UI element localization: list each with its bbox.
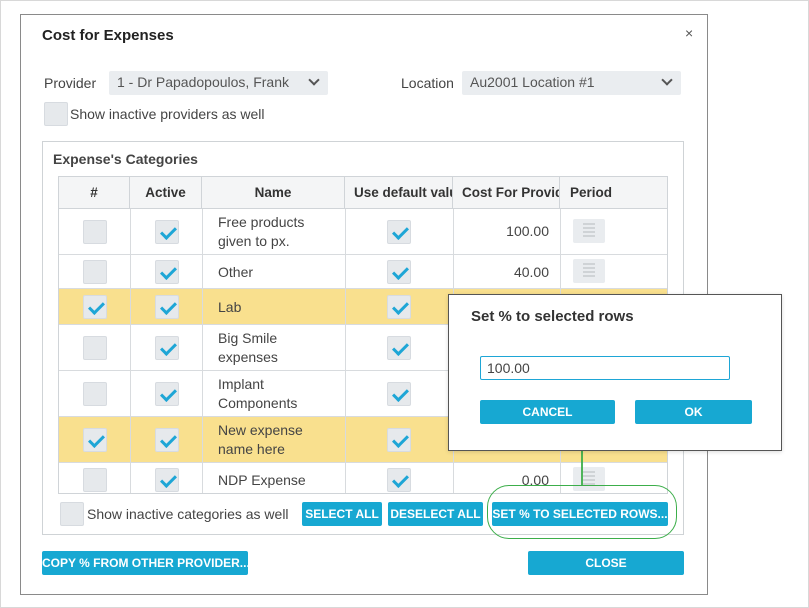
cost-value[interactable]: 100.00 <box>453 223 549 239</box>
row-select-checkbox[interactable] <box>83 260 107 284</box>
ok-button[interactable]: OK <box>635 400 752 424</box>
row-select-checkbox[interactable] <box>83 336 107 360</box>
column-header-number[interactable]: # <box>59 177 130 209</box>
cancel-button[interactable]: CANCEL <box>480 400 615 424</box>
column-header-cost[interactable]: Cost For Provider <box>453 177 560 209</box>
active-checkbox[interactable] <box>155 220 179 244</box>
show-inactive-categories-label: Show inactive categories as well <box>87 506 289 522</box>
active-checkbox[interactable] <box>155 336 179 360</box>
close-icon[interactable]: × <box>685 25 693 41</box>
percent-input[interactable] <box>480 356 730 380</box>
close-button[interactable]: CLOSE <box>528 551 684 575</box>
use-default-checkbox[interactable] <box>387 336 411 360</box>
active-checkbox[interactable] <box>155 260 179 284</box>
provider-select-value: 1 - Dr Papadopoulos, Frank <box>117 74 289 90</box>
set-percent-popup: Set % to selected rows CANCEL OK <box>448 294 782 451</box>
use-default-checkbox[interactable] <box>387 220 411 244</box>
grid-header: # Active Name Use default value Cost For… <box>59 177 667 209</box>
show-inactive-providers-label: Show inactive providers as well <box>70 106 265 122</box>
use-default-checkbox[interactable] <box>387 382 411 406</box>
active-checkbox[interactable] <box>155 428 179 452</box>
cost-value[interactable]: 40.00 <box>453 264 549 280</box>
column-header-period[interactable]: Period <box>560 177 667 209</box>
active-checkbox[interactable] <box>155 468 179 492</box>
use-default-checkbox[interactable] <box>387 468 411 492</box>
copy-percent-from-other-provider-button[interactable]: COPY % FROM OTHER PROVIDER... <box>42 551 250 575</box>
calendar-icon[interactable] <box>573 219 605 243</box>
active-checkbox[interactable] <box>155 295 179 319</box>
show-inactive-providers-checkbox[interactable] <box>44 102 68 126</box>
row-select-checkbox[interactable] <box>83 295 107 319</box>
provider-label: Provider <box>44 75 97 91</box>
expense-name: Big Smile expenses <box>218 330 278 365</box>
active-checkbox[interactable] <box>155 382 179 406</box>
row-select-checkbox[interactable] <box>83 468 107 492</box>
chevron-down-icon <box>308 74 320 86</box>
group-title: Expense's Categories <box>53 151 198 167</box>
column-header-use-default[interactable]: Use default value <box>345 177 453 209</box>
location-select[interactable]: Au2001 Location #1 <box>462 71 681 95</box>
dialog-title: Cost for Expenses <box>42 27 174 44</box>
location-label: Location <box>401 75 454 91</box>
expense-name: Free products given to px. <box>218 214 305 249</box>
expense-name: New expense name here <box>218 422 303 457</box>
expense-name: Implant Components <box>218 376 298 411</box>
show-inactive-categories-checkbox[interactable] <box>60 502 84 526</box>
row-select-checkbox[interactable] <box>83 382 107 406</box>
row-select-checkbox[interactable] <box>83 428 107 452</box>
row-select-checkbox[interactable] <box>83 220 107 244</box>
expense-name: Other <box>218 264 254 280</box>
use-default-checkbox[interactable] <box>387 260 411 284</box>
provider-select[interactable]: 1 - Dr Papadopoulos, Frank <box>109 71 328 95</box>
select-all-button[interactable]: SELECT ALL <box>302 502 382 526</box>
popup-title: Set % to selected rows <box>471 308 634 325</box>
expense-name: Lab <box>218 299 242 315</box>
column-header-name[interactable]: Name <box>202 177 345 209</box>
highlight-annotation <box>487 485 677 539</box>
use-default-checkbox[interactable] <box>387 295 411 319</box>
expense-name: NDP Expense <box>218 472 306 488</box>
deselect-all-button[interactable]: DESELECT ALL <box>388 502 483 526</box>
location-select-value: Au2001 Location #1 <box>470 74 595 90</box>
table-row[interactable]: Other 40.00 <box>59 255 667 289</box>
chevron-down-icon <box>661 74 673 86</box>
table-row[interactable]: Free products given to px. 100.00 <box>59 209 667 255</box>
use-default-checkbox[interactable] <box>387 428 411 452</box>
calendar-icon[interactable] <box>573 259 605 283</box>
column-header-active[interactable]: Active <box>130 177 202 209</box>
